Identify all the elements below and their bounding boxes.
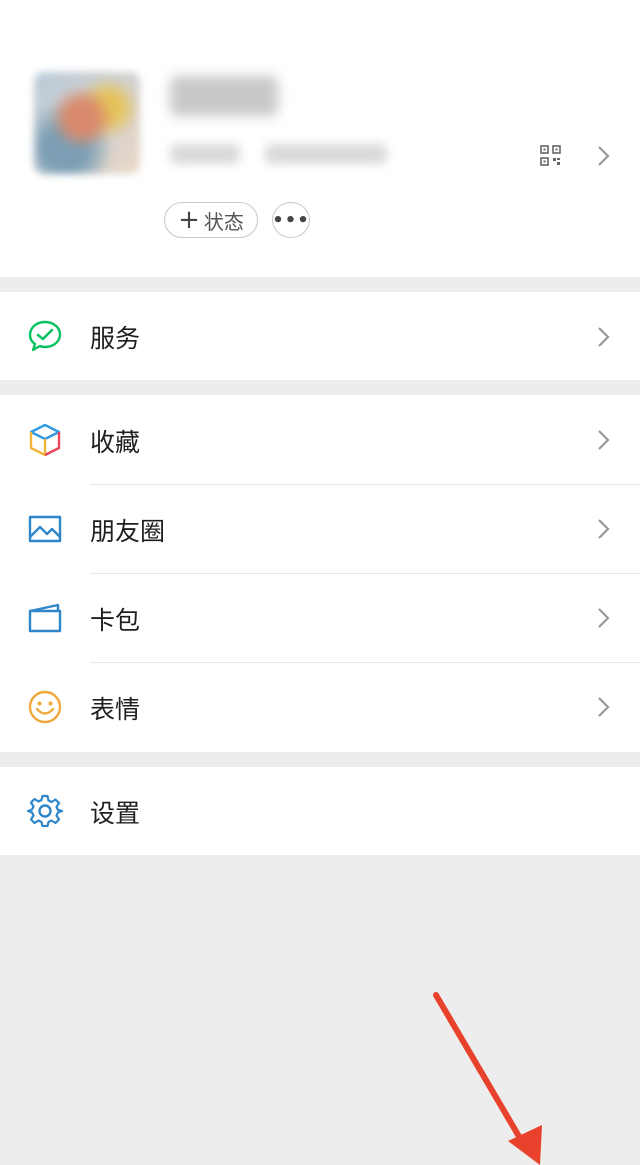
gear-icon — [27, 794, 63, 828]
more-button[interactable]: ••• — [272, 202, 310, 238]
menu-label-stickers: 表情 — [90, 695, 141, 724]
wechat-id-label-blurred — [170, 144, 240, 164]
chevron-right-icon — [598, 697, 610, 717]
plus-icon: + — [178, 205, 200, 235]
smile-icon — [28, 690, 62, 724]
menu-item-services[interactable]: 服务 — [0, 292, 640, 380]
annotation-arrow — [433, 992, 542, 1165]
nickname-blurred — [170, 76, 278, 116]
avatar[interactable] — [34, 72, 140, 174]
menu-label-settings: 设置 — [90, 799, 141, 828]
profile-header[interactable]: + 状态 ••• — [0, 0, 640, 277]
chevron-right-icon — [598, 327, 610, 347]
status-label: 状态 — [203, 209, 244, 234]
chevron-right-icon[interactable] — [597, 145, 611, 167]
menu-item-settings[interactable]: 设置 — [0, 767, 640, 855]
menu-label-favorites: 收藏 — [90, 428, 141, 457]
menu-item-favorites[interactable]: 收藏 — [0, 395, 640, 484]
menu-label-moments: 朋友圈 — [90, 517, 166, 546]
chevron-right-icon — [598, 519, 610, 539]
qr-code-icon[interactable] — [540, 145, 561, 166]
menu-item-moments[interactable]: 朋友圈 — [0, 485, 640, 574]
more-dots-icon: ••• — [272, 209, 310, 231]
menu-item-cards[interactable]: 卡包 — [0, 574, 640, 663]
menu-item-stickers[interactable]: 表情 — [0, 663, 640, 752]
menu-group-main: 收藏 朋友圈 卡包 表情 — [0, 395, 640, 752]
chevron-right-icon — [598, 608, 610, 628]
cube-icon — [29, 423, 61, 457]
menu-label-cards: 卡包 — [90, 606, 141, 635]
chevron-right-icon — [598, 430, 610, 450]
menu-label-services: 服务 — [90, 324, 141, 353]
picture-icon — [28, 515, 62, 543]
add-status-button[interactable]: + 状态 — [164, 202, 258, 238]
chat-check-icon — [28, 320, 62, 352]
wallet-icon — [28, 603, 62, 633]
wechat-id-value-blurred — [265, 144, 387, 164]
